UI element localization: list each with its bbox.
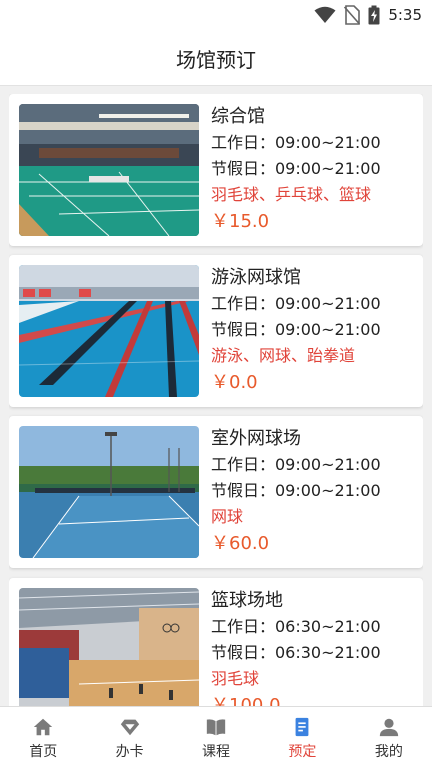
venue-name: 篮球场地: [211, 590, 283, 611]
venue-price: ￥0.0: [211, 372, 258, 393]
diamond-card-icon: [120, 719, 139, 736]
tab-booking[interactable]: 预定: [259, 707, 345, 768]
venue-sports: 羽毛球、乒乓球、篮球: [211, 185, 372, 204]
venue-holiday-hours: 节假日：09:00~21:00: [211, 320, 381, 339]
venue-card-basketball[interactable]: 篮球场地 工作日：06:30~21:00 节假日：06:30~21:00 羽毛球…: [9, 578, 423, 706]
venue-sports: 游泳、网球、跆拳道: [211, 346, 356, 365]
venue-sports: 羽毛球: [211, 669, 260, 688]
tab-courses[interactable]: 课程: [173, 707, 259, 768]
tab-card[interactable]: 办卡: [86, 707, 172, 768]
venue-list[interactable]: 综合馆 工作日：09:00~21:00 节假日：09:00~21:00 羽毛球、…: [9, 94, 423, 706]
venue-card-swim-tennis[interactable]: 游泳网球馆 工作日：09:00~21:00 节假日：09:00~21:00 游泳…: [9, 255, 423, 407]
tab-mine[interactable]: 我的: [346, 707, 432, 768]
venue-photo-outdoor-tennis: [19, 426, 199, 558]
venue-price: ￥15.0: [211, 211, 270, 232]
status-bar: 5:35: [0, 0, 432, 32]
book-icon: [206, 719, 226, 736]
venue-name: 综合馆: [211, 106, 265, 127]
venue-weekday-hours: 工作日：06:30~21:00: [211, 617, 381, 636]
page-title: 场馆预订: [176, 48, 256, 72]
status-time: 5:35: [388, 6, 422, 24]
venue-photo-swim-tennis: [19, 265, 199, 397]
tab-booking-label: 预定: [288, 744, 317, 760]
venue-photo-basketball: [19, 588, 199, 706]
venue-price: ￥100.0: [211, 695, 281, 706]
wifi-icon: [314, 6, 336, 23]
document-icon: [296, 717, 309, 737]
status-icons: 5:35: [314, 4, 422, 26]
venue-weekday-hours: 工作日：09:00~21:00: [211, 455, 381, 474]
no-sim-icon: [344, 5, 361, 25]
tab-home-label: 首页: [29, 744, 58, 760]
bottom-tab-bar: 首页 办卡 课程 预定 我的: [0, 706, 432, 768]
app-header: 场馆预订: [0, 32, 432, 86]
battery-charging-icon: [368, 5, 380, 25]
venue-sports: 网球: [211, 507, 244, 526]
venue-holiday-hours: 节假日：09:00~21:00: [211, 481, 381, 500]
user-icon: [379, 718, 398, 737]
venue-name: 游泳网球馆: [211, 267, 301, 288]
venue-holiday-hours: 节假日：06:30~21:00: [211, 643, 381, 662]
tab-card-label: 办卡: [115, 744, 144, 760]
venue-weekday-hours: 工作日：09:00~21:00: [211, 294, 381, 313]
venue-name: 室外网球场: [211, 428, 301, 449]
home-icon: [34, 718, 53, 736]
venue-card-gym[interactable]: 综合馆 工作日：09:00~21:00 节假日：09:00~21:00 羽毛球、…: [9, 94, 423, 246]
tab-home[interactable]: 首页: [0, 707, 86, 768]
venue-card-outdoor-tennis[interactable]: 室外网球场 工作日：09:00~21:00 节假日：09:00~21:00 网球…: [9, 416, 423, 568]
venue-price: ￥60.0: [211, 533, 270, 554]
tab-courses-label: 课程: [202, 744, 231, 760]
venue-holiday-hours: 节假日：09:00~21:00: [211, 159, 381, 178]
venue-photo-gym: [19, 104, 199, 236]
venue-weekday-hours: 工作日：09:00~21:00: [211, 133, 381, 152]
tab-mine-label: 我的: [374, 744, 403, 760]
